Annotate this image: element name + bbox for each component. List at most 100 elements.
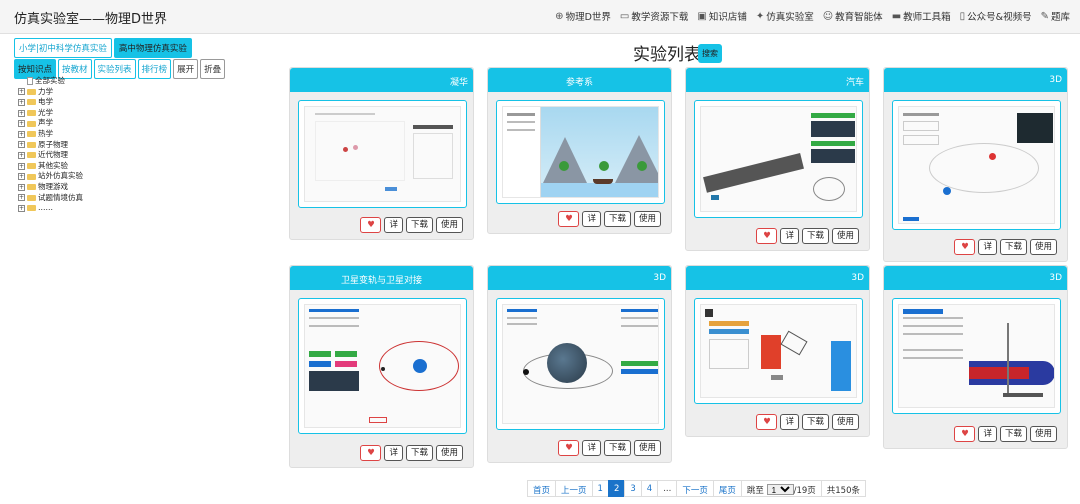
card-header[interactable]: 凝华 [290, 68, 473, 92]
detail-button[interactable]: 详 [582, 440, 601, 456]
nav-shop[interactable]: ▣ 知识店铺 [697, 9, 746, 24]
tree-item[interactable]: + 物理游戏 [18, 182, 83, 193]
use-button[interactable]: 使用 [435, 445, 463, 461]
tree-item[interactable]: + 站外仿真实验 [18, 171, 83, 182]
tab-ranking[interactable]: 排行榜 [137, 59, 172, 79]
detail-button[interactable]: 详 [780, 228, 799, 244]
expand-button[interactable]: 展开 [173, 59, 199, 79]
tree-item-all[interactable]: 全部实验 [18, 76, 83, 87]
tree-item[interactable]: + …… [18, 203, 83, 214]
expand-icon[interactable]: + [18, 141, 25, 149]
detail-button[interactable]: 详 [780, 414, 799, 430]
detail-button[interactable]: 详 [582, 211, 601, 227]
tree-item[interactable]: + 声学 [18, 118, 83, 129]
page-link-1[interactable]: 1 [591, 480, 609, 497]
expand-icon[interactable]: + [18, 120, 25, 128]
download-button[interactable]: 下载 [801, 228, 829, 244]
use-button[interactable]: 使用 [1029, 239, 1057, 255]
card-header[interactable]: 参考系 [488, 68, 671, 92]
favorite-button[interactable]: ♥ [558, 440, 580, 456]
card-header[interactable]: 3D [884, 266, 1067, 290]
card-header[interactable]: 卫星变轨与卫星对接 [290, 266, 473, 290]
use-button[interactable]: 使用 [831, 228, 859, 244]
expand-icon[interactable]: + [18, 109, 25, 117]
favorite-button[interactable]: ♥ [756, 228, 778, 244]
tab-experiment-list[interactable]: 实验列表 [93, 59, 136, 79]
card-thumbnail[interactable] [496, 100, 665, 204]
tab-primary-science[interactable]: 小学|初中科学仿真实验 [14, 38, 112, 58]
use-button[interactable]: 使用 [633, 440, 661, 456]
card-header[interactable]: 3D [686, 266, 869, 290]
download-button[interactable]: 下载 [603, 211, 631, 227]
download-button[interactable]: 下载 [801, 414, 829, 430]
tree-item[interactable]: + 近代物理 [18, 150, 83, 161]
card-header[interactable]: 汽车 [686, 68, 869, 92]
download-button[interactable]: 下载 [405, 217, 433, 233]
next-page-link[interactable]: 下一页 [676, 480, 714, 497]
detail-button[interactable]: 详 [978, 239, 997, 255]
nav-physics-world[interactable]: ⊕ 物理D世界 [555, 9, 611, 24]
robot-icon: ☺ [822, 10, 834, 22]
tree-item[interactable]: + 原子物理 [18, 140, 83, 151]
nav-wechat[interactable]: ▯ 公众号&视频号 [960, 9, 1032, 24]
favorite-button[interactable]: ♥ [954, 239, 976, 255]
use-button[interactable]: 使用 [1029, 426, 1057, 442]
nav-toolbox[interactable]: ▬ 教师工具箱 [892, 9, 951, 24]
detail-button[interactable]: 详 [978, 426, 997, 442]
card-thumbnail[interactable] [298, 100, 467, 208]
expand-icon[interactable]: + [18, 162, 25, 170]
card-thumbnail[interactable] [298, 298, 467, 434]
use-button[interactable]: 使用 [435, 217, 463, 233]
detail-button[interactable]: 详 [384, 217, 403, 233]
search-button[interactable]: 搜索 [698, 44, 722, 63]
download-button[interactable]: 下载 [405, 445, 433, 461]
expand-icon[interactable]: + [18, 151, 25, 159]
card-header[interactable]: 3D [488, 266, 671, 290]
page-link-4[interactable]: 4 [640, 480, 659, 497]
nav-lab[interactable]: ✦ 仿真实验室 [756, 9, 814, 24]
use-button[interactable]: 使用 [633, 211, 661, 227]
favorite-button[interactable]: ♥ [756, 414, 778, 430]
expand-icon[interactable]: + [18, 98, 25, 106]
prev-page-link[interactable]: 上一页 [555, 480, 593, 497]
favorite-button[interactable]: ♥ [360, 217, 382, 233]
tree-item[interactable]: + 电学 [18, 97, 83, 108]
card-thumbnail[interactable] [892, 298, 1061, 414]
card-thumbnail[interactable] [496, 298, 665, 430]
page-jump-select[interactable]: 1 [766, 484, 794, 495]
first-page-link[interactable]: 首页 [527, 480, 557, 497]
expand-icon[interactable]: + [18, 130, 25, 138]
favorite-button[interactable]: ♥ [954, 426, 976, 442]
page-link-3[interactable]: 3 [624, 480, 642, 497]
site-brand[interactable]: 仿真实验室——物理D世界 [14, 8, 167, 27]
favorite-button[interactable]: ♥ [360, 445, 382, 461]
download-button[interactable]: 下载 [999, 239, 1027, 255]
expand-icon[interactable]: + [18, 88, 25, 96]
tree-item[interactable]: + 试题情境仿真 [18, 193, 83, 204]
card-header[interactable]: 3D [884, 68, 1067, 92]
expand-icon[interactable]: + [18, 173, 25, 181]
use-button[interactable]: 使用 [831, 414, 859, 430]
tab-high-school-physics[interactable]: 高中物理仿真实验 [113, 38, 192, 58]
card-thumbnail[interactable] [694, 298, 863, 404]
expand-icon[interactable]: + [18, 194, 25, 202]
favorite-button[interactable]: ♥ [558, 211, 580, 227]
collapse-button[interactable]: 折叠 [200, 59, 226, 79]
tree-item[interactable]: + 力学 [18, 87, 83, 98]
expand-icon[interactable]: + [18, 183, 25, 191]
expand-icon[interactable]: + [18, 204, 25, 212]
download-button[interactable]: 下载 [603, 440, 631, 456]
tree-item[interactable]: + 光学 [18, 108, 83, 119]
page-link-2[interactable]: 2 [607, 480, 626, 497]
folder-icon [27, 141, 36, 148]
tree-item[interactable]: + 热学 [18, 129, 83, 140]
nav-agent[interactable]: ☺ 教育智能体 [822, 9, 883, 24]
nav-resources[interactable]: ▭ 教学资源下载 [620, 9, 688, 24]
nav-question-bank[interactable]: ✎ 题库 [1041, 9, 1070, 24]
card-thumbnail[interactable] [892, 100, 1061, 230]
last-page-link[interactable]: 尾页 [712, 480, 742, 497]
card-thumbnail[interactable] [694, 100, 863, 218]
download-button[interactable]: 下载 [999, 426, 1027, 442]
detail-button[interactable]: 详 [384, 445, 403, 461]
tree-item[interactable]: + 其他实验 [18, 161, 83, 172]
